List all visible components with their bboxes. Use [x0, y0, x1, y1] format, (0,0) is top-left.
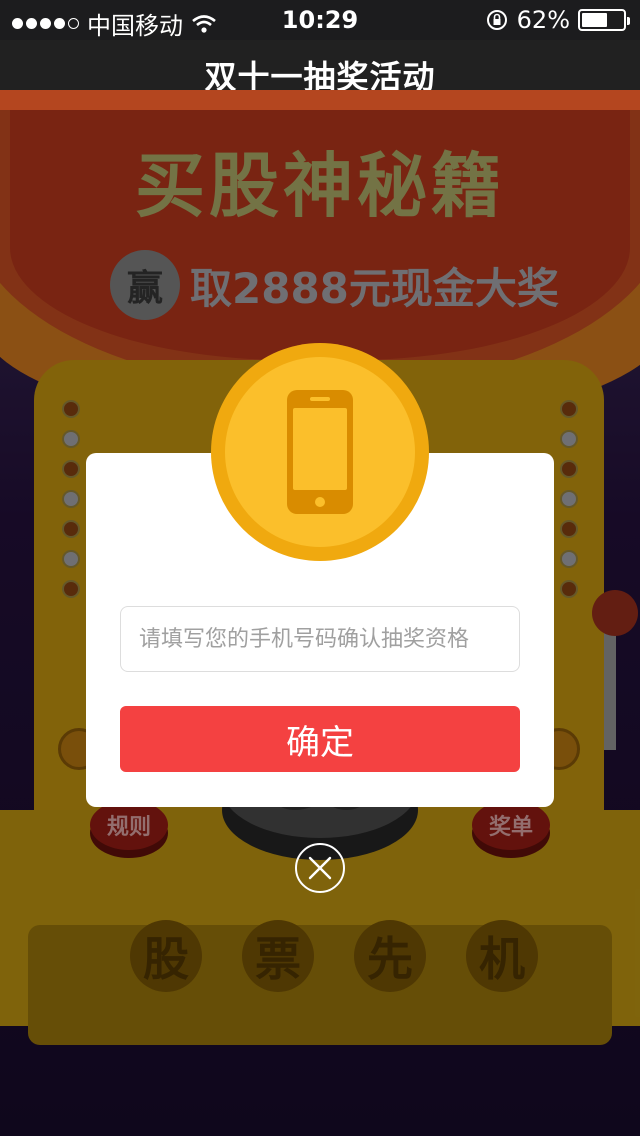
phone-number-input[interactable]	[120, 606, 520, 672]
battery-icon	[578, 9, 630, 31]
battery-percent: 62%	[516, 6, 570, 34]
battery-tip	[627, 17, 630, 25]
status-bar: 中国移动 10:29 62%	[0, 0, 640, 40]
smartphone-icon	[287, 390, 353, 514]
rotation-lock-icon	[486, 10, 507, 30]
confirm-button[interactable]: 确定	[120, 706, 520, 772]
close-icon	[308, 856, 332, 880]
status-right: 62%	[485, 6, 630, 34]
phone-badge-inner	[225, 357, 415, 547]
battery-fill	[582, 13, 607, 27]
phone-badge	[211, 343, 429, 561]
close-button[interactable]	[295, 843, 345, 893]
screen: 中国移动 10:29 62% 双十一抽奖活动 买股神秘籍 赢 取2888元现金大…	[0, 0, 640, 1136]
